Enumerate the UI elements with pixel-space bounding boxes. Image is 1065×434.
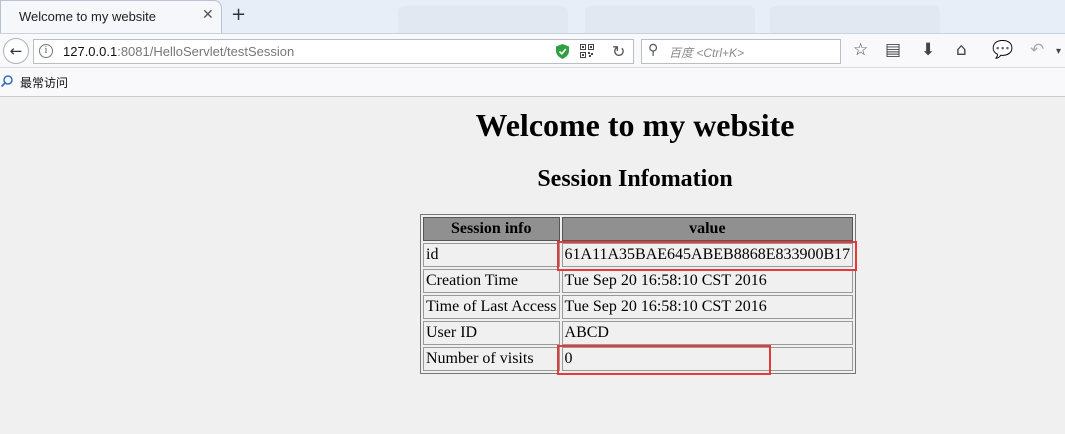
page-title: Welcome to my website	[475, 107, 795, 143]
search-icon: ⚲	[648, 42, 659, 58]
url-text: 127.0.0.1:8081/HelloServlet/testSession	[63, 44, 294, 59]
tab-strip: Welcome to my website ✕ +	[0, 0, 1065, 33]
row-value: Tue Sep 20 16:58:10 CST 2016	[561, 269, 854, 293]
address-bar[interactable]: i 127.0.0.1:8081/HelloServlet/testSessio…	[33, 39, 634, 64]
row-label: User ID	[423, 321, 560, 345]
shield-icon[interactable]	[556, 44, 569, 59]
background-tab	[585, 6, 755, 33]
table-row: Creation Time Tue Sep 20 16:58:10 CST 20…	[423, 269, 854, 293]
info-icon[interactable]: i	[39, 44, 53, 58]
section-title: Session Infomation	[537, 166, 733, 192]
search-bar[interactable]: ⚲ 百度 <Ctrl+K>	[641, 39, 841, 64]
row-value: 0	[561, 347, 854, 371]
row-value: Tue Sep 20 16:58:10 CST 2016	[561, 295, 854, 319]
page-content: Welcome to my website Session Infomation…	[0, 97, 1065, 434]
download-icon[interactable]: ⬇	[921, 40, 935, 60]
row-label: Time of Last Access	[423, 295, 560, 319]
table-header-row: Session info value	[423, 217, 854, 241]
tab-active[interactable]: Welcome to my website ✕	[0, 0, 222, 33]
url-host: 127.0.0.1	[63, 44, 118, 59]
row-value: ABCD	[561, 321, 854, 345]
qr-code-icon[interactable]	[580, 44, 594, 58]
session-table-wrapper: Session info value id 61A11A35BAE645ABEB…	[420, 214, 857, 374]
home-icon[interactable]: ⌂	[956, 40, 967, 60]
row-value: 61A11A35BAE645ABEB8868E833900B17	[561, 243, 854, 267]
close-icon[interactable]: ✕	[202, 7, 214, 23]
row-label: Number of visits	[423, 347, 560, 371]
row-label: id	[423, 243, 560, 267]
chat-icon[interactable]: 💬	[992, 40, 1013, 60]
column-header: Session info	[423, 217, 560, 241]
chevron-down-icon[interactable]: ▾	[1056, 46, 1061, 57]
url-path: :8081/HelloServlet/testSession	[117, 44, 295, 59]
table-row: id 61A11A35BAE645ABEB8868E833900B17	[423, 243, 854, 267]
session-info-table: Session info value id 61A11A35BAE645ABEB…	[420, 214, 857, 374]
search-placeholder: 百度 <Ctrl+K>	[669, 46, 745, 60]
bookmark-most-visited[interactable]: 最常访问	[20, 74, 68, 91]
new-tab-button[interactable]: +	[231, 4, 246, 25]
tab-title: Welcome to my website	[19, 9, 157, 24]
table-row: Time of Last Access Tue Sep 20 16:58:10 …	[423, 295, 854, 319]
background-tab	[770, 6, 940, 33]
back-button[interactable]: ←	[3, 38, 29, 64]
folder-search-icon	[1, 75, 13, 87]
row-label: Creation Time	[423, 269, 560, 293]
column-header: value	[561, 217, 854, 241]
reading-list-icon[interactable]: ▤	[885, 40, 901, 60]
undo-icon[interactable]: ↶	[1030, 40, 1044, 60]
bookmark-star-icon[interactable]: ☆	[853, 40, 868, 60]
table-row: Number of visits 0	[423, 347, 854, 371]
navigation-bar: ← i 127.0.0.1:8081/HelloServlet/testSess…	[0, 33, 1065, 68]
bookmarks-bar: 最常访问	[0, 68, 1065, 97]
table-row: User ID ABCD	[423, 321, 854, 345]
background-tab	[398, 6, 568, 33]
reload-icon[interactable]: ↻	[612, 42, 625, 61]
arrow-left-icon: ←	[9, 42, 23, 60]
